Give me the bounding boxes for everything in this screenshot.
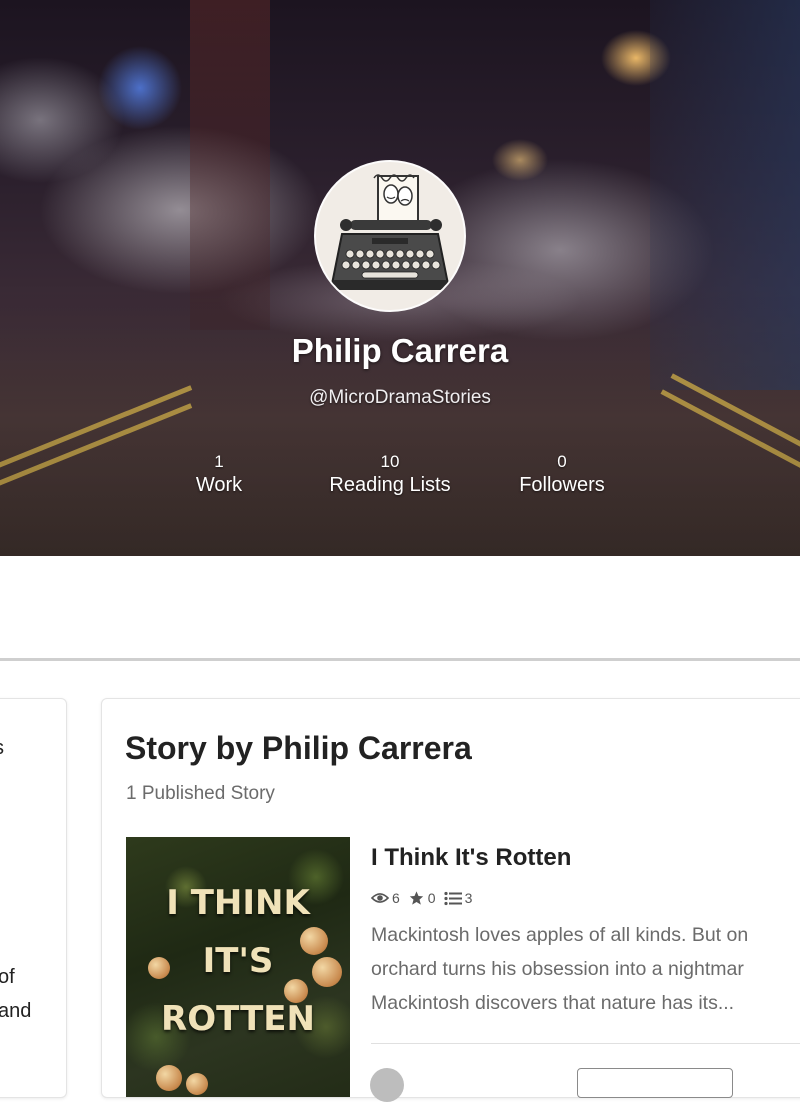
votes-count: 0 [427, 890, 436, 906]
profile-name: Philip Carrera [291, 332, 509, 369]
stat-followers[interactable]: 0 Followers [497, 452, 627, 498]
story-action-button[interactable] [577, 1068, 733, 1098]
votes-stat: 0 [408, 888, 436, 908]
reads-stat: 6 [371, 888, 400, 908]
cover-title-line: IT'S [202, 941, 274, 981]
stat-value: 0 [557, 452, 567, 471]
description-line: Mackintosh loves apples of all kinds. Bu… [371, 924, 749, 946]
stories-heading: Story by Philip Carrera [125, 730, 472, 766]
list-icon [443, 891, 462, 905]
stat-value: 10 [380, 452, 400, 471]
story-title[interactable]: I Think It's Rotten [371, 843, 571, 873]
story-action-icon[interactable] [370, 1068, 404, 1102]
star-icon [409, 891, 423, 905]
eye-icon [371, 893, 389, 903]
published-count: 1 Published Story [126, 783, 275, 804]
parts-count: 3 [464, 890, 473, 906]
apple-image [186, 1073, 208, 1095]
stat-value: 1 [214, 452, 224, 471]
card-separator [371, 1043, 800, 1044]
stat-label: Followers [519, 474, 605, 496]
about-text-fragment: s [0, 735, 4, 761]
section-divider [0, 658, 800, 661]
description-line: Mackintosh discovers that nature has its… [371, 992, 735, 1014]
profile-handle: @MicroDramaStories [309, 387, 491, 408]
about-card [0, 698, 67, 1098]
cover-title-line: I THINK [166, 883, 310, 923]
parts-stat: 3 [443, 888, 473, 908]
avatar[interactable] [314, 160, 466, 312]
stat-reading-lists[interactable]: 10 Reading Lists [305, 452, 475, 498]
stat-label: Reading Lists [329, 474, 451, 496]
typewriter-icon [330, 174, 450, 290]
description-line: orchard turns his obsession into a night… [371, 958, 744, 980]
stat-works[interactable]: 1 Work [169, 452, 269, 498]
about-text-fragment: of [0, 966, 15, 988]
story-cover[interactable]: I THINK IT'S ROTTEN [126, 837, 350, 1097]
stat-label: Work [195, 474, 243, 496]
story-stats: 6 0 3 [371, 888, 480, 908]
about-text-fragment: and [0, 1000, 32, 1022]
reads-count: 6 [392, 890, 400, 906]
apple-image [156, 1065, 182, 1091]
profile-header-banner: Philip Carrera @MicroDramaStories 1 Work… [0, 0, 800, 556]
story-description: Mackintosh loves apples of all kinds. Bu… [371, 918, 800, 1020]
cover-title-line: ROTTEN [161, 999, 315, 1039]
